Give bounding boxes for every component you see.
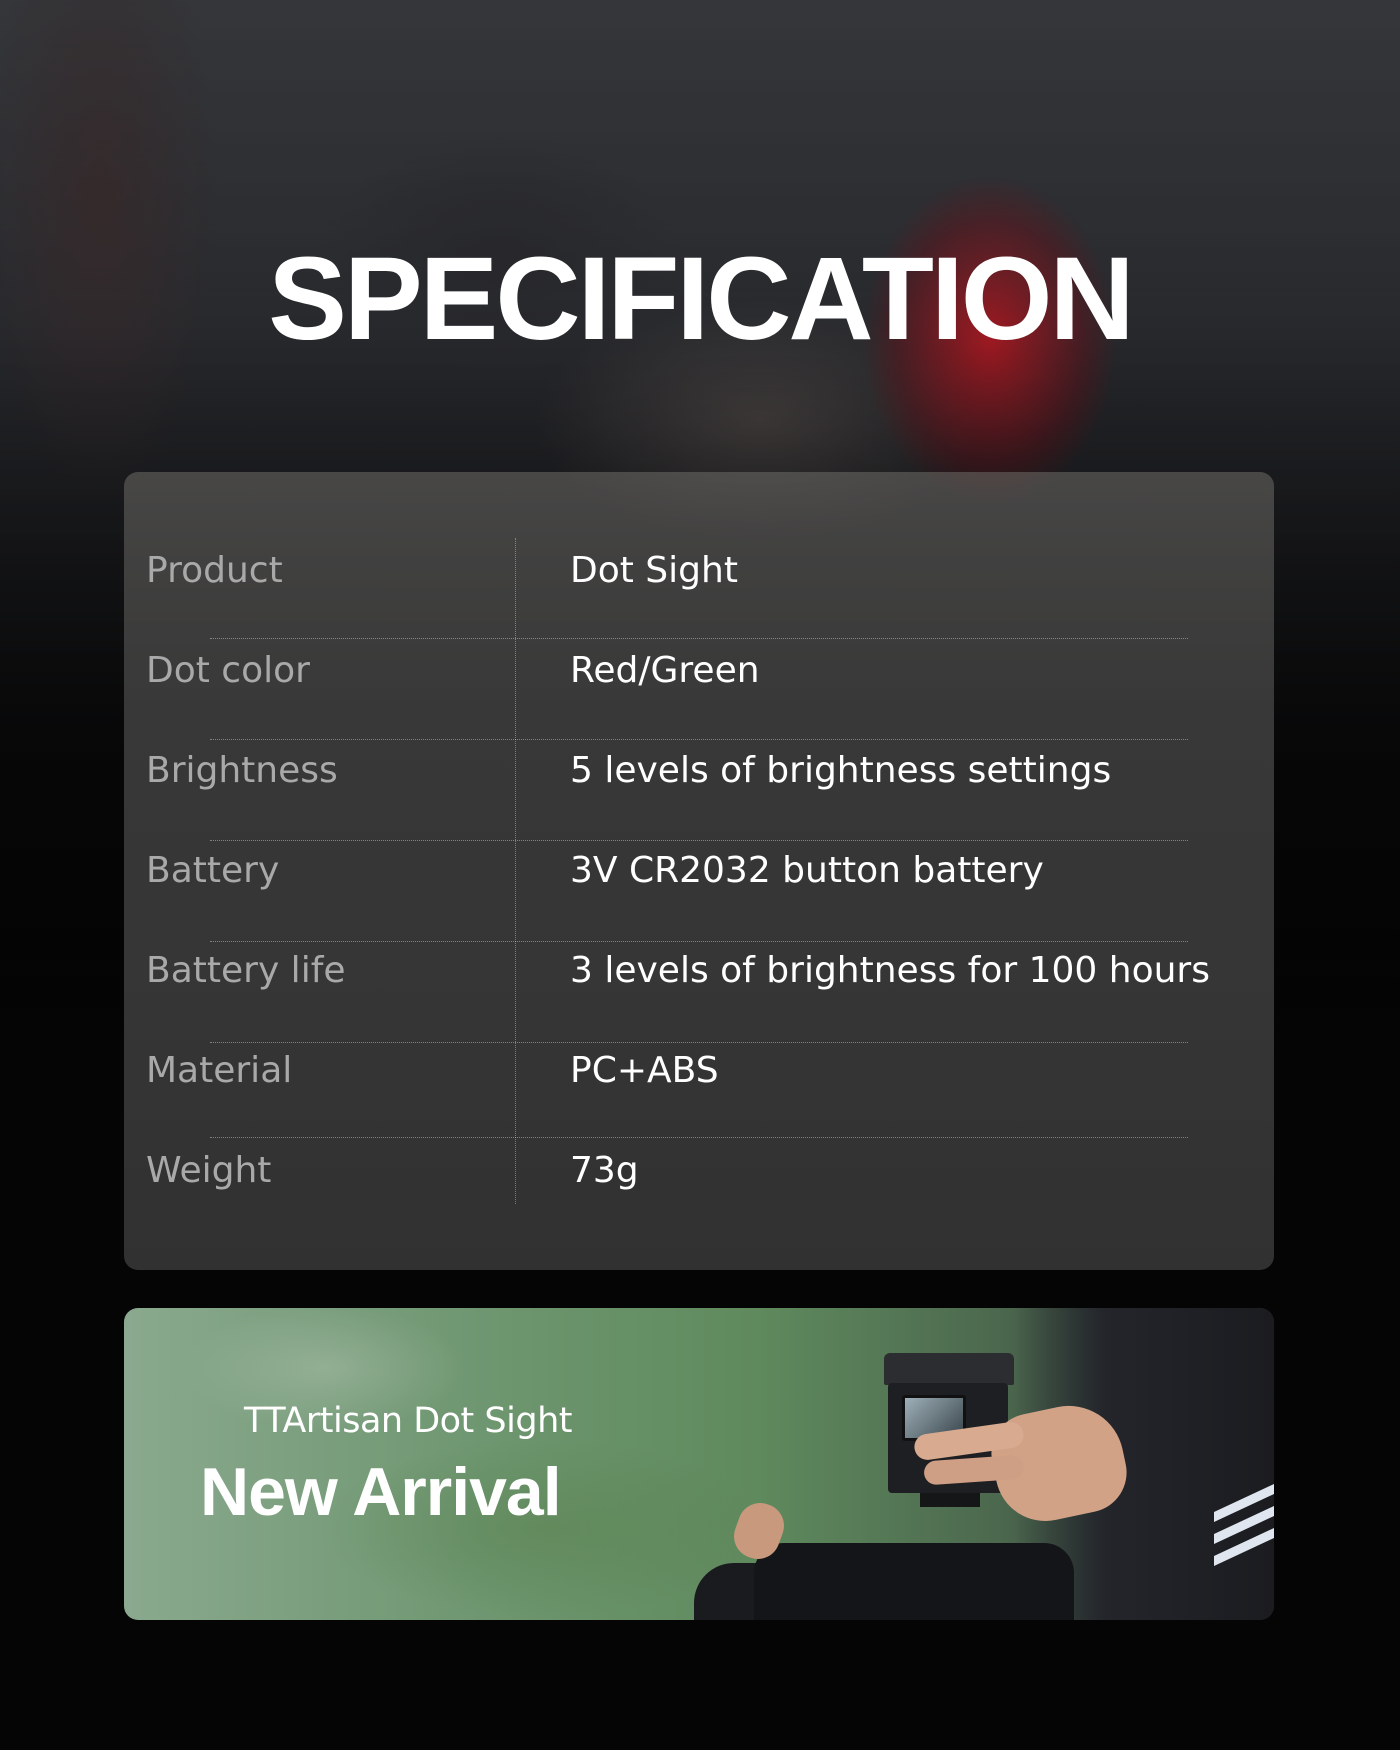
spec-row: [210, 1138, 1188, 1238]
spec-value-material: PC+ABS: [570, 1050, 719, 1091]
spec-label-product: Product: [146, 550, 283, 591]
jacket-stripes: [1214, 1484, 1274, 1608]
spec-value-product: Dot Sight: [570, 550, 738, 591]
spec-label-battery-life: Battery life: [146, 950, 346, 991]
spec-label-brightness: Brightness: [146, 750, 338, 791]
spec-value-brightness: 5 levels of brightness settings: [570, 750, 1112, 791]
spec-value-battery-life: 3 levels of brightness for 100 hours: [570, 950, 1210, 991]
page-title: SPECIFICATION: [268, 233, 1135, 365]
spec-value-battery: 3V CR2032 button battery: [570, 850, 1044, 891]
spec-value-weight: 73g: [570, 1150, 639, 1191]
camera-body-image: [754, 1543, 1074, 1620]
spec-label-material: Material: [146, 1050, 293, 1091]
banner-title: New Arrival: [200, 1454, 562, 1530]
banner-subtitle: TTArtisan Dot Sight: [244, 1401, 572, 1441]
spec-label-battery: Battery: [146, 850, 280, 891]
spec-value-dot-color: Red/Green: [570, 650, 760, 691]
new-arrival-banner: TTArtisan Dot Sight New Arrival: [124, 1308, 1274, 1620]
spec-label-weight: Weight: [146, 1150, 272, 1191]
spec-label-dot-color: Dot color: [146, 650, 310, 691]
